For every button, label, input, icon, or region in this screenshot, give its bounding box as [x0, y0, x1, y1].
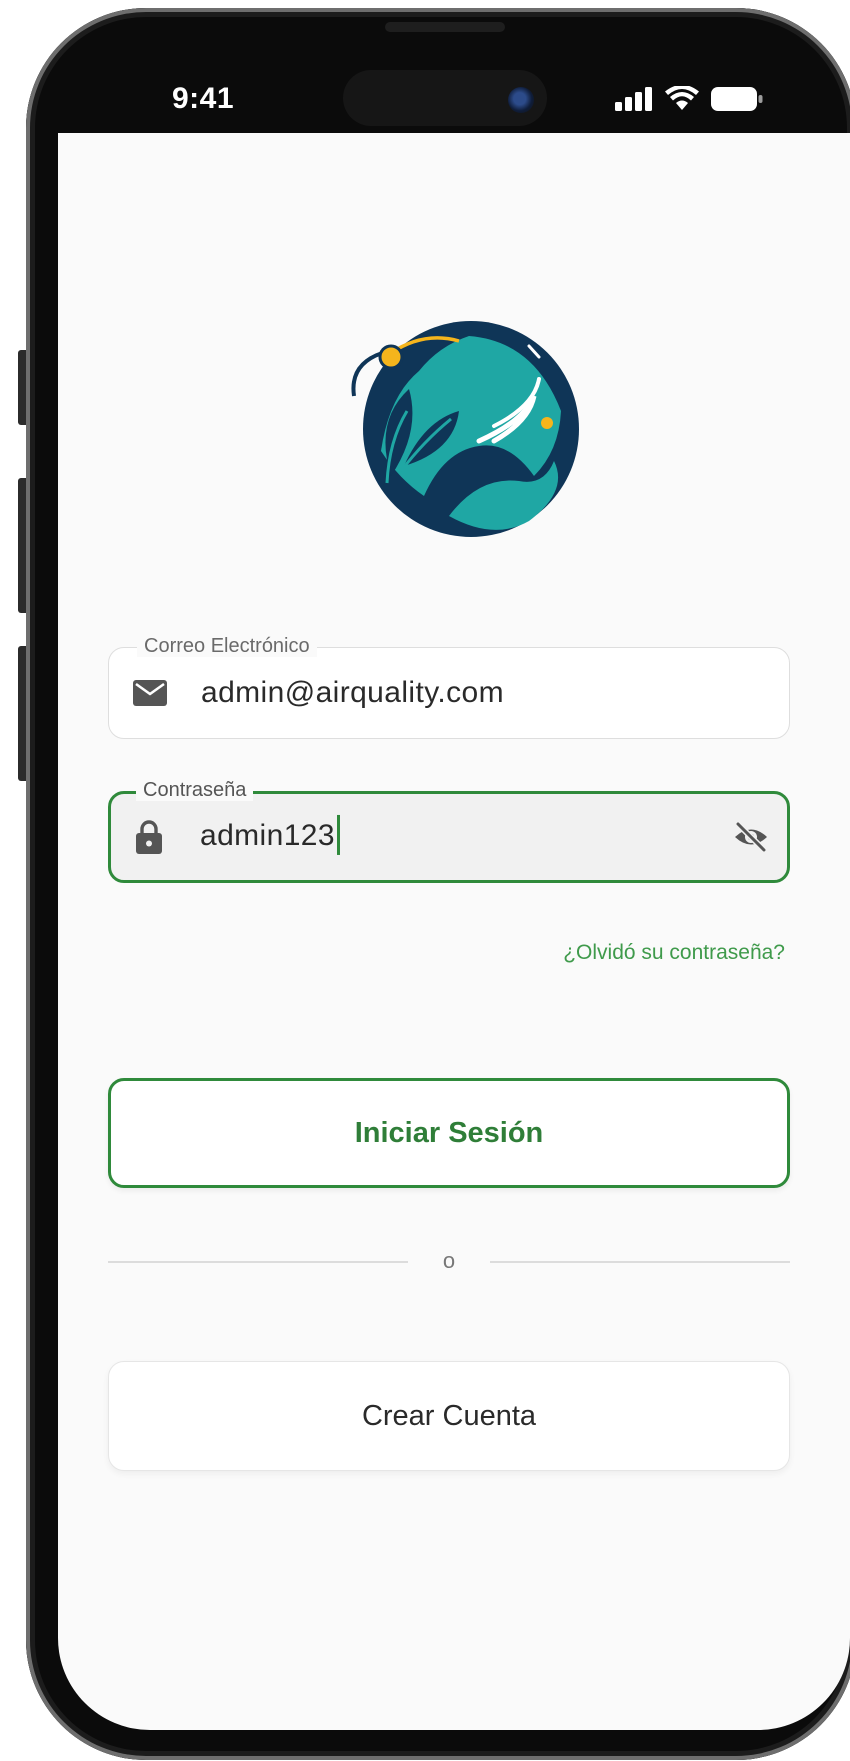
forgot-password-link[interactable]: ¿Olvidó su contraseña? [563, 941, 785, 965]
front-camera [508, 87, 534, 113]
device-frame: 9:41 Correo Electrónico admin@airquality… [0, 0, 850, 1761]
cellular-signal-icon [615, 87, 652, 111]
email-input[interactable]: admin@airquality.com [201, 676, 504, 710]
password-field[interactable]: Contraseña admin123 [108, 779, 790, 883]
password-input[interactable]: admin123 [200, 815, 340, 856]
battery-icon [711, 87, 763, 111]
password-text: admin123 [200, 818, 335, 852]
password-field-label: Contraseña [136, 779, 254, 801]
or-divider: o [108, 1248, 790, 1278]
wifi-icon [665, 86, 699, 110]
text-caret [336, 815, 340, 856]
status-icons [615, 84, 763, 114]
email-field[interactable]: Correo Electrónico admin@airquality.com [108, 635, 790, 739]
eye-off-icon[interactable] [729, 815, 773, 859]
status-time: 9:41 [172, 82, 235, 115]
mail-icon [131, 674, 169, 712]
divider-line-right [490, 1261, 790, 1263]
app-screen: Correo Electrónico admin@airquality.com … [58, 133, 850, 1730]
divider-line-left [108, 1261, 408, 1263]
earth-leaf-air-logo-icon [351, 321, 579, 537]
email-field-label: Correo Electrónico [137, 635, 317, 657]
earpiece-speaker [385, 22, 505, 32]
divider-text: o [442, 1248, 456, 1273]
create-account-button[interactable]: Crear Cuenta [108, 1361, 790, 1471]
lock-icon [130, 818, 168, 856]
app-logo [329, 301, 594, 541]
login-button[interactable]: Iniciar Sesión [108, 1078, 790, 1188]
